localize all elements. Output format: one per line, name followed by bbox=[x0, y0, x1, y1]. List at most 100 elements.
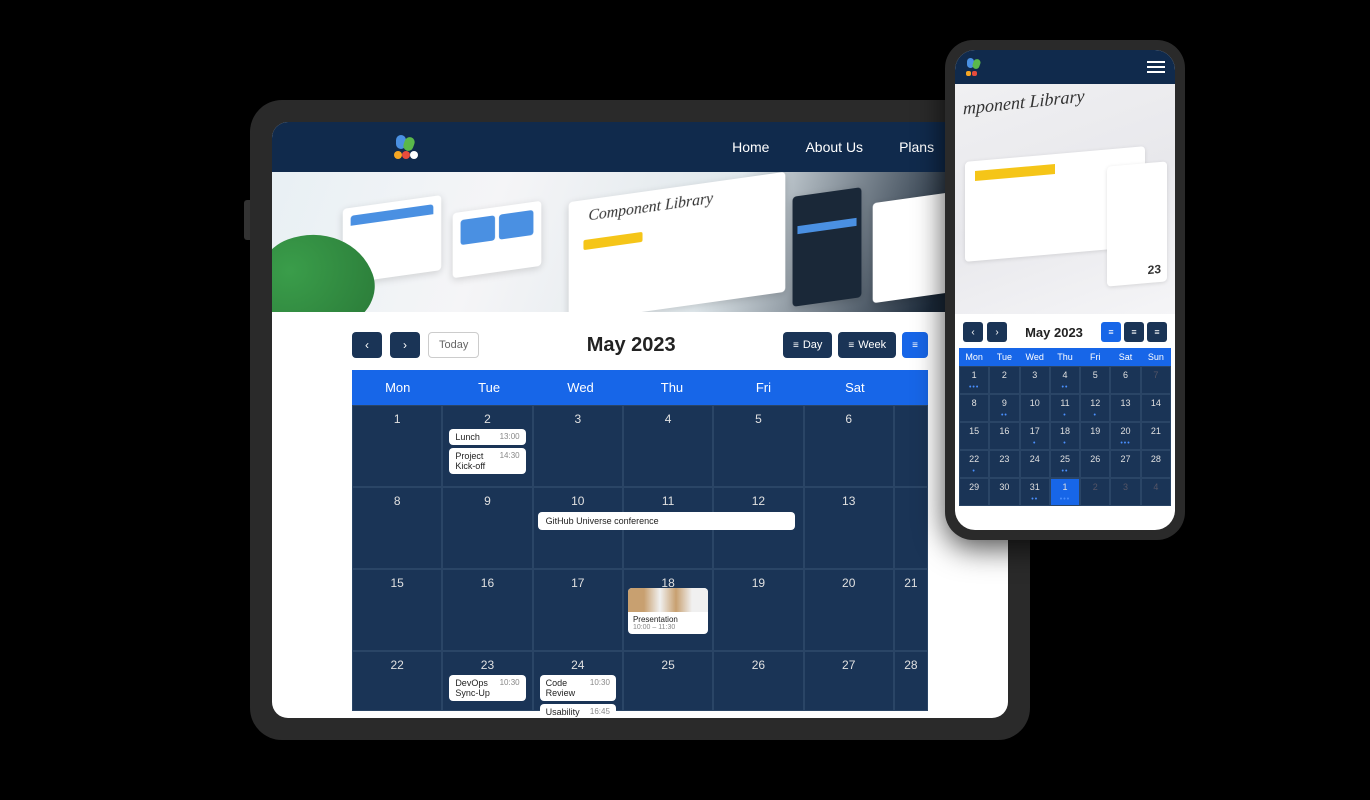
day-cell[interactable]: 1 bbox=[352, 405, 442, 487]
phone-day-cell[interactable]: 14 bbox=[1141, 394, 1171, 422]
phone-day-cell[interactable]: 13 bbox=[1110, 394, 1140, 422]
phone-day-cell[interactable]: 24 bbox=[1020, 450, 1050, 478]
day-cell[interactable]: 24 Code Review10:30 Usability Testing16:… bbox=[533, 651, 623, 711]
phone-day-cell[interactable]: 1••• bbox=[959, 366, 989, 394]
phone-day-cell[interactable]: 17• bbox=[1020, 422, 1050, 450]
phone-day-cell[interactable]: 19 bbox=[1080, 422, 1110, 450]
event-kickoff[interactable]: Project Kick-off14:30 bbox=[449, 448, 525, 474]
day-cell[interactable]: 25 bbox=[623, 651, 713, 711]
day-cell[interactable]: 23 DevOps Sync-Up10:30 bbox=[442, 651, 532, 711]
event-thumbnail bbox=[628, 588, 708, 612]
phone-view-btn-1[interactable]: ≡ bbox=[1101, 322, 1121, 342]
phone-day-cell[interactable]: 4•• bbox=[1050, 366, 1080, 394]
day-cell[interactable]: 3 bbox=[533, 405, 623, 487]
phone-day-cell[interactable]: 29 bbox=[959, 478, 989, 506]
view-month-button[interactable] bbox=[902, 332, 928, 358]
day-cell[interactable]: 15 bbox=[352, 569, 442, 651]
phone-day-cell[interactable]: 26 bbox=[1080, 450, 1110, 478]
day-cell[interactable]: 22 bbox=[352, 651, 442, 711]
phone-day-cell[interactable]: 18• bbox=[1050, 422, 1080, 450]
day-cell[interactable]: 4 bbox=[623, 405, 713, 487]
phone-day-cell[interactable]: 25•• bbox=[1050, 450, 1080, 478]
day-cell[interactable]: 2 Lunch13:00 Project Kick-off14:30 bbox=[442, 405, 532, 487]
phone-day-cell[interactable]: 15 bbox=[959, 422, 989, 450]
calendar-title: May 2023 bbox=[587, 334, 676, 357]
today-button[interactable]: Today bbox=[428, 332, 479, 358]
event-presentation[interactable]: Presentation 10:00 – 11:30 bbox=[628, 588, 708, 634]
day-cell[interactable]: 13 bbox=[804, 487, 894, 569]
event-devops[interactable]: DevOps Sync-Up10:30 bbox=[449, 675, 525, 701]
day-cell[interactable]: 9 bbox=[442, 487, 532, 569]
phone-day-cell[interactable]: 30 bbox=[989, 478, 1019, 506]
phone-day-cell[interactable]: 9•• bbox=[989, 394, 1019, 422]
prev-button[interactable]: ‹ bbox=[963, 322, 983, 342]
hero-card-title: Component Library bbox=[588, 190, 713, 226]
event-usability[interactable]: Usability Testing16:45 bbox=[540, 704, 616, 718]
phone-day-cell[interactable]: 4 bbox=[1141, 478, 1171, 506]
phone-screen: mponent Library ‹ › May 2023 ≡ ≡ ≡ Mon bbox=[955, 50, 1175, 530]
day-cell[interactable]: 27 bbox=[804, 651, 894, 711]
event-code-review[interactable]: Code Review10:30 bbox=[540, 675, 616, 701]
tablet-top-nav: Home About Us Plans Co bbox=[272, 122, 1008, 172]
phone-view-btn-2[interactable]: ≡ bbox=[1124, 322, 1144, 342]
day-cell[interactable]: 20 bbox=[804, 569, 894, 651]
nav-link-about[interactable]: About Us bbox=[805, 139, 863, 155]
phone-day-cell[interactable]: 16 bbox=[989, 422, 1019, 450]
phone-weekday-header: Mon Tue Wed Thu Fri Sat Sun bbox=[959, 348, 1171, 366]
day-cell[interactable]: 26 bbox=[713, 651, 803, 711]
phone-day-cell[interactable]: 2 bbox=[989, 366, 1019, 394]
phone-view-btn-3[interactable]: ≡ bbox=[1147, 322, 1167, 342]
phone-day-cell[interactable]: 3 bbox=[1110, 478, 1140, 506]
phone-day-cell[interactable]: 23 bbox=[989, 450, 1019, 478]
view-week-button[interactable]: Week bbox=[838, 332, 896, 358]
phone-day-cell[interactable]: 6 bbox=[1110, 366, 1140, 394]
phone-day-cell[interactable]: 27 bbox=[1110, 450, 1140, 478]
day-cell[interactable]: 18 Presentation 10:00 – 11:30 bbox=[623, 569, 713, 651]
calendar-weekday-header: Mon Tue Wed Thu Fri Sat bbox=[352, 370, 928, 405]
calendar-body: 1 2 Lunch13:00 Project Kick-off14:30 3 4… bbox=[352, 405, 928, 711]
day-cell[interactable]: 19 bbox=[713, 569, 803, 651]
phone-device-frame: mponent Library ‹ › May 2023 ≡ ≡ ≡ Mon bbox=[945, 40, 1185, 540]
phone-day-cell[interactable]: 7 bbox=[1141, 366, 1171, 394]
day-cell[interactable]: 17 bbox=[533, 569, 623, 651]
hamburger-menu-icon[interactable] bbox=[1147, 61, 1165, 73]
nav-link-plans[interactable]: Plans bbox=[899, 139, 934, 155]
prev-button[interactable]: ‹ bbox=[352, 332, 382, 358]
phone-day-cell[interactable]: 3 bbox=[1020, 366, 1050, 394]
day-cell[interactable]: 10 GitHub Universe conference bbox=[533, 487, 623, 569]
phone-day-cell[interactable]: 8 bbox=[959, 394, 989, 422]
phone-day-cell[interactable]: 22• bbox=[959, 450, 989, 478]
phone-day-cell[interactable]: 11• bbox=[1050, 394, 1080, 422]
brand-logo[interactable] bbox=[965, 58, 983, 76]
view-day-button[interactable]: Day bbox=[783, 332, 832, 358]
phone-day-cell[interactable]: 20••• bbox=[1110, 422, 1140, 450]
day-cell[interactable]: 21 bbox=[894, 569, 928, 651]
event-github-conference[interactable]: GitHub Universe conference bbox=[538, 512, 795, 530]
phone-day-cell[interactable]: 2 bbox=[1080, 478, 1110, 506]
phone-day-cell[interactable]: 5 bbox=[1080, 366, 1110, 394]
phone-day-cell[interactable]: 1••• bbox=[1050, 478, 1080, 506]
weekday-tue: Tue bbox=[443, 370, 534, 405]
phone-day-cell[interactable]: 28 bbox=[1141, 450, 1171, 478]
weekday-sat: Sat bbox=[809, 370, 900, 405]
day-cell[interactable] bbox=[894, 487, 928, 569]
phone-top-nav bbox=[955, 50, 1175, 84]
phone-calendar-title: May 2023 bbox=[1025, 325, 1083, 340]
phone-day-cell[interactable]: 10 bbox=[1020, 394, 1050, 422]
day-cell[interactable]: 28 bbox=[894, 651, 928, 711]
phone-day-cell[interactable]: 31•• bbox=[1020, 478, 1050, 506]
next-button[interactable]: › bbox=[390, 332, 420, 358]
day-cell[interactable]: 5 bbox=[713, 405, 803, 487]
weekday-thu: Thu bbox=[626, 370, 717, 405]
next-button[interactable]: › bbox=[987, 322, 1007, 342]
brand-logo[interactable] bbox=[392, 135, 416, 159]
weekday-wed: Wed bbox=[535, 370, 626, 405]
phone-day-cell[interactable]: 21 bbox=[1141, 422, 1171, 450]
day-cell[interactable]: 8 bbox=[352, 487, 442, 569]
day-cell[interactable]: 16 bbox=[442, 569, 532, 651]
day-cell[interactable] bbox=[894, 405, 928, 487]
event-lunch[interactable]: Lunch13:00 bbox=[449, 429, 525, 445]
day-cell[interactable]: 6 bbox=[804, 405, 894, 487]
phone-day-cell[interactable]: 12• bbox=[1080, 394, 1110, 422]
nav-link-home[interactable]: Home bbox=[732, 139, 769, 155]
